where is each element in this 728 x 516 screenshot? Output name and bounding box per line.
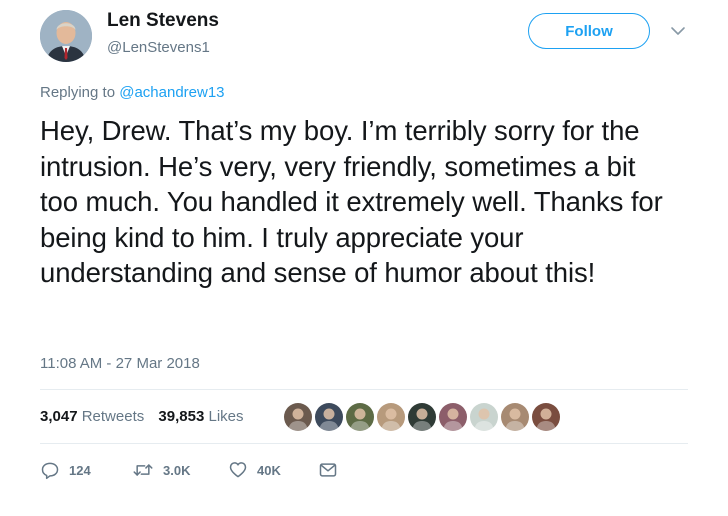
divider-top [40,389,688,390]
liker-avatar-2-icon[interactable] [313,401,345,433]
liker-avatar-7-icon[interactable] [468,401,500,433]
replying-to: Replying to @achandrew13 [40,84,225,101]
likes-stat[interactable]: 39,853 Likes [158,408,243,425]
liker-avatar-4-icon[interactable] [375,401,407,433]
engagement-stats: 3,047 Retweets 39,853 Likes [40,408,244,425]
envelope-icon [319,463,337,477]
likes-label: Likes [208,408,244,425]
replying-to-label: Replying to [40,84,116,101]
profile-photo-icon [40,10,92,62]
tweet-card: Len Stevens @LenStevens1 Follow Replying… [0,0,728,516]
tweet-timestamp[interactable]: 11:08 AM - 27 Mar 2018 [40,355,200,372]
retweets-label: Retweets [81,408,145,425]
reply-action[interactable]: 124 [40,458,91,482]
retweets-stat[interactable]: 3,047 Retweets [40,408,144,425]
like-action[interactable]: 40K [228,458,281,482]
like-count: 40K [257,462,281,478]
author-name[interactable]: Len Stevens [107,10,219,32]
liker-avatar-5-icon[interactable] [406,401,438,433]
heart-icon [229,462,247,478]
liker-avatar-3-icon[interactable] [344,401,376,433]
liker-avatar-8-icon[interactable] [499,401,531,433]
liker-avatar-9-icon[interactable] [530,401,562,433]
reply-icon [41,462,59,480]
retweet-icon [133,464,153,476]
reply-mention-link[interactable]: @achandrew13 [119,84,224,101]
retweets-count: 3,047 [40,408,78,425]
liker-avatar-1-icon[interactable] [282,401,314,433]
divider-bottom [40,443,688,444]
likes-count: 39,853 [158,408,205,425]
direct-message-action[interactable] [318,458,338,482]
tweet-text: Hey, Drew. That’s my boy. I’m terribly s… [40,115,663,288]
liker-avatar-6-icon[interactable] [437,401,469,433]
chevron-down-icon[interactable] [668,23,688,39]
follow-button[interactable]: Follow [528,13,650,49]
author-avatar[interactable] [40,10,92,62]
retweet-count: 3.0K [163,462,191,478]
retweet-action[interactable]: 3.0K [132,458,190,482]
reply-count: 124 [69,462,91,478]
author-handle[interactable]: @LenStevens1 [107,39,210,56]
